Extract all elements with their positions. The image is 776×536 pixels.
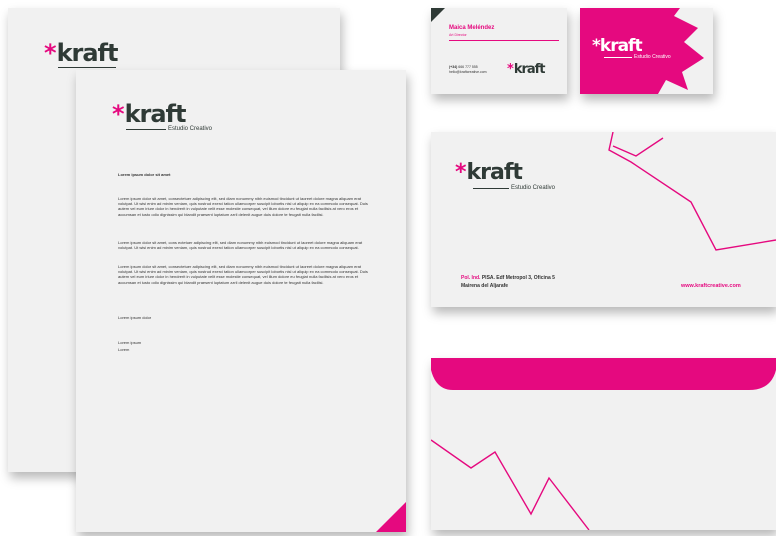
letter-signature: Lorem <box>118 347 130 352</box>
card-divider <box>449 40 559 41</box>
logo: *kraft Estudio Creativo <box>112 100 212 132</box>
business-card-back: *kraft Estudio Creativo <box>580 8 713 94</box>
envelope-website: www.kraftcreative.com <box>681 283 741 289</box>
card-corner <box>431 8 445 22</box>
letter-closing: Lorem ipsum dolor <box>118 315 152 320</box>
logo-tagline: Estudio Creativo <box>168 126 213 132</box>
logo-star: * <box>112 100 125 128</box>
business-card-front: Maica Meléndez Art Director (+34) 666 77… <box>431 8 567 94</box>
card-email: hello@kraftcreative.com <box>449 70 487 74</box>
letter-subject: Lorem ipsum dolor sit amet <box>118 172 171 177</box>
letterhead-front: *kraft Estudio Creativo Lorem ipsum dolo… <box>76 70 406 532</box>
envelope-address: Pol. Ind. PISA. Edf Metropol 3, Oficina … <box>461 275 555 281</box>
letter-paragraph: Lorem ipsum dolor sit amet, consectetuer… <box>118 196 368 217</box>
envelope-address-line2: Mairena del Aljarafe <box>461 283 509 289</box>
envelope-back <box>431 358 776 530</box>
letter-paragraph: Lorem ipsum dolor sit amet, consectetuer… <box>118 264 368 285</box>
logo-wordmark: kraft <box>124 100 187 128</box>
envelope-front: *kraft Estudio Creativo Pol. Ind. PISA. … <box>431 132 776 307</box>
card-back-logo: *kraft Estudio Creativo <box>592 36 671 61</box>
logo-star: * <box>44 39 57 67</box>
envelope-flap <box>431 358 776 530</box>
logo-wordmark: kraft <box>56 39 119 67</box>
card-role: Art Director <box>449 33 467 37</box>
card-logo: *kraft <box>507 62 546 77</box>
card-name: Maica Meléndez <box>449 25 495 31</box>
letter-signature: Lorem ipsum <box>118 340 142 345</box>
letter-paragraph: Lorem ipsum dolor sit amet, cons ectetue… <box>118 240 363 251</box>
corner-accent <box>376 502 406 532</box>
logo: *kraft <box>44 39 119 68</box>
envelope-logo: *kraft Estudio Creativo <box>455 160 556 192</box>
